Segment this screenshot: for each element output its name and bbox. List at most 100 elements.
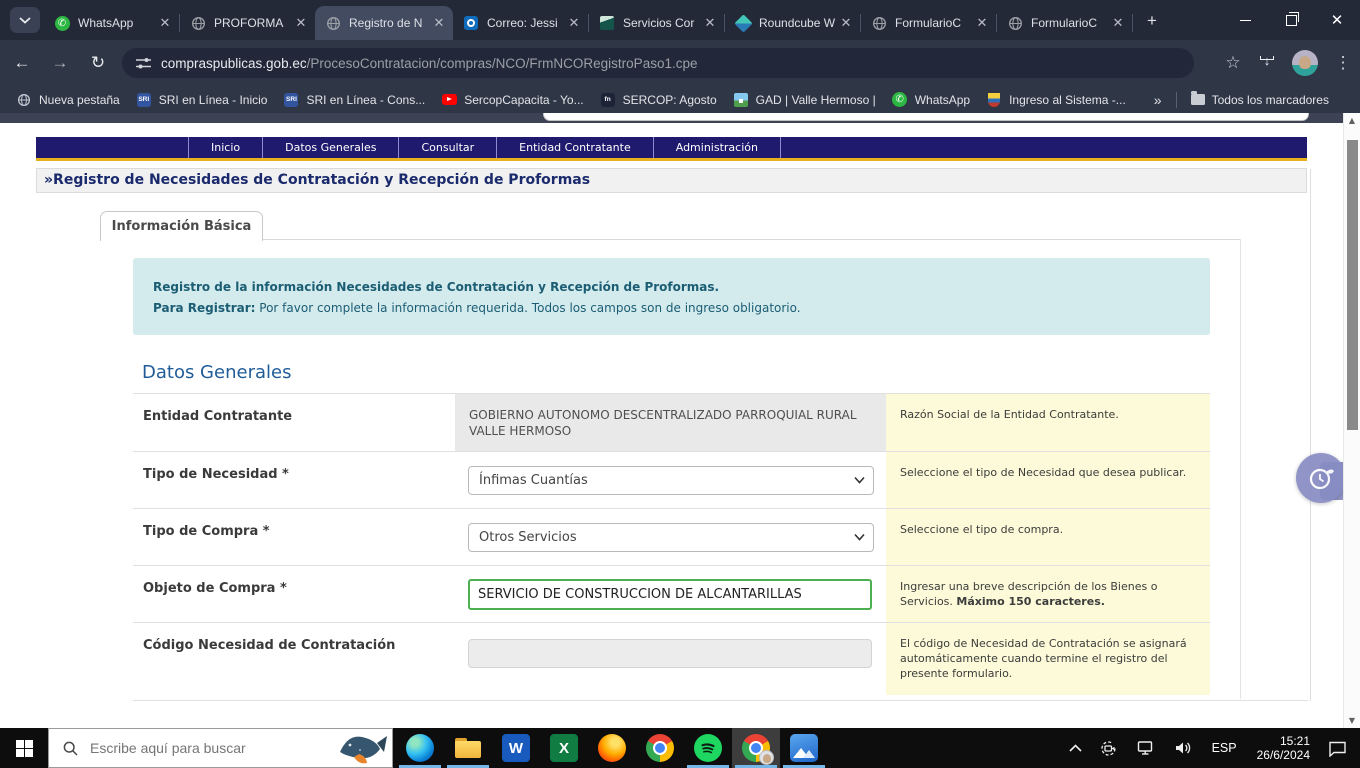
menu-item-entidad-contratante[interactable]: Entidad Contratante bbox=[496, 137, 653, 158]
field-help: Razón Social de la Entidad Contratante. bbox=[886, 394, 1210, 451]
profile-avatar[interactable] bbox=[1292, 50, 1318, 76]
tab-close-icon[interactable]: ✕ bbox=[293, 15, 309, 31]
selected-option: Ínfimas Cuantías bbox=[479, 473, 588, 488]
form-row-tipo-compra: Tipo de Compra * Otros Servicios Selecci… bbox=[133, 508, 1210, 565]
address-bar[interactable]: compraspublicas.gob.ec/ProcesoContrataci… bbox=[122, 48, 1194, 78]
taskbar-explorer-button[interactable] bbox=[444, 728, 492, 768]
tab-baseline bbox=[261, 239, 1240, 240]
windows-taskbar: W X bbox=[0, 728, 1360, 768]
page-scrollbar[interactable]: ▲ ▼ bbox=[1343, 113, 1360, 728]
edge-icon bbox=[406, 734, 434, 762]
site-info-icon[interactable] bbox=[136, 57, 151, 70]
notification-center-icon[interactable] bbox=[1328, 740, 1348, 757]
tab-close-icon[interactable]: ✕ bbox=[974, 15, 990, 31]
bookmark-label: SRI en Línea - Cons... bbox=[306, 93, 425, 107]
meet-now-icon[interactable] bbox=[1100, 740, 1119, 757]
all-bookmarks-button[interactable]: Todos los marcadores bbox=[1191, 93, 1329, 107]
tab-close-icon[interactable]: ✕ bbox=[838, 15, 854, 31]
start-button[interactable] bbox=[0, 728, 48, 768]
content-bottom-line bbox=[133, 700, 1308, 701]
spotify-icon bbox=[694, 734, 722, 762]
tab-close-icon[interactable]: ✕ bbox=[1110, 15, 1126, 31]
taskbar-edge-button[interactable] bbox=[396, 728, 444, 768]
window-restore-button[interactable] bbox=[1268, 0, 1314, 40]
minimize-icon bbox=[1240, 20, 1251, 21]
word-icon: W bbox=[502, 734, 530, 762]
select-caret-icon bbox=[854, 533, 865, 541]
taskbar-chrome-profile-button-active[interactable] bbox=[732, 728, 780, 768]
bookmark-sercopcapacita[interactable]: SercopCapacita - Yo... bbox=[441, 92, 583, 108]
taskbar-word-button[interactable]: W bbox=[492, 728, 540, 768]
bookmark-sri-inicio[interactable]: SRI SRI en Línea - Inicio bbox=[136, 92, 268, 108]
clock-icon bbox=[1306, 463, 1336, 493]
menu-kebab-icon[interactable]: ⋮ bbox=[1326, 53, 1360, 73]
forward-button[interactable]: → bbox=[46, 49, 74, 77]
site-menubar: Inicio Datos Generales Consultar Entidad… bbox=[36, 137, 1307, 158]
tab-title: FormularioC bbox=[1031, 16, 1110, 30]
tipo-compra-select[interactable]: Otros Servicios bbox=[468, 523, 874, 552]
network-icon[interactable] bbox=[1137, 740, 1156, 756]
menu-item-datos-generales[interactable]: Datos Generales bbox=[262, 137, 398, 158]
scrollbar-thumb[interactable] bbox=[1347, 140, 1358, 430]
tab-whatsapp[interactable]: WhatsApp ✕ bbox=[44, 6, 179, 40]
taskbar-search-input[interactable] bbox=[88, 739, 330, 757]
tab-close-icon[interactable]: ✕ bbox=[157, 15, 173, 31]
tab-servicios[interactable]: Servicios Cor ✕ bbox=[589, 6, 724, 40]
sercop-icon: fn bbox=[600, 92, 616, 108]
bookmarks-bar: Nueva pestaña SRI SRI en Línea - Inicio … bbox=[0, 86, 1360, 113]
reload-button[interactable]: ↻ bbox=[84, 49, 112, 77]
taskbar-search-box[interactable] bbox=[48, 728, 393, 768]
tab-formulario-2[interactable]: FormularioC ✕ bbox=[997, 6, 1132, 40]
bookmark-gad-valle-hermoso[interactable]: GAD | Valle Hermoso | bbox=[733, 92, 876, 108]
taskbar-firefox-button[interactable] bbox=[588, 728, 636, 768]
tab-registro-active[interactable]: Registro de N ✕ bbox=[315, 6, 453, 40]
tipo-necesidad-select[interactable]: Ínfimas Cuantías bbox=[468, 466, 874, 495]
window-close-button[interactable]: ✕ bbox=[1314, 0, 1360, 40]
new-tab-button[interactable]: + bbox=[1140, 9, 1164, 33]
menu-item-administracion[interactable]: Administración bbox=[653, 137, 781, 158]
objeto-compra-input[interactable] bbox=[468, 579, 872, 610]
scroll-down-icon[interactable]: ▼ bbox=[1344, 716, 1360, 725]
bookmark-label: WhatsApp bbox=[915, 93, 970, 107]
tray-expand-chevron-icon[interactable] bbox=[1069, 744, 1082, 752]
tab-proforma[interactable]: PROFORMA ✕ bbox=[180, 6, 315, 40]
taskbar-spotify-button[interactable] bbox=[684, 728, 732, 768]
tab-close-icon[interactable]: ✕ bbox=[431, 15, 447, 31]
tab-close-icon[interactable]: ✕ bbox=[566, 15, 582, 31]
taskbar-photos-button[interactable] bbox=[780, 728, 828, 768]
globe-icon bbox=[16, 92, 32, 108]
search-box-fish-image bbox=[330, 730, 388, 766]
downloads-icon[interactable]: ↓ bbox=[1259, 56, 1275, 70]
content-right-border bbox=[1310, 169, 1311, 701]
window-minimize-button[interactable] bbox=[1222, 0, 1268, 40]
bookmarks-overflow-button[interactable]: » bbox=[1154, 92, 1162, 108]
bookmark-nueva-pestana[interactable]: Nueva pestaña bbox=[16, 92, 120, 108]
language-indicator[interactable]: ESP bbox=[1212, 741, 1237, 755]
tab-roundcube[interactable]: Roundcube W ✕ bbox=[725, 6, 860, 40]
bookmark-star-icon[interactable]: ☆ bbox=[1216, 53, 1250, 73]
tab-close-icon[interactable]: ✕ bbox=[702, 15, 718, 31]
tab-correo[interactable]: Correo: Jessi ✕ bbox=[453, 6, 588, 40]
notice-para-text: Por favor complete la información requer… bbox=[255, 301, 800, 315]
clock[interactable]: 15:21 26/6/2024 bbox=[1257, 734, 1310, 762]
taskbar-excel-button[interactable]: X bbox=[540, 728, 588, 768]
tab-search-button[interactable] bbox=[10, 7, 40, 33]
search-icon bbox=[63, 741, 78, 756]
close-icon: ✕ bbox=[1331, 13, 1344, 28]
bookmark-ingreso-sistema[interactable]: Ingreso al Sistema -... bbox=[986, 92, 1126, 108]
scroll-up-icon[interactable]: ▲ bbox=[1344, 116, 1360, 125]
taskbar-chrome-button[interactable] bbox=[636, 728, 684, 768]
tab-formulario-1[interactable]: FormularioC ✕ bbox=[861, 6, 996, 40]
session-timer-widget[interactable] bbox=[1296, 453, 1346, 503]
tab-title: FormularioC bbox=[895, 16, 974, 30]
bookmark-sercop-agosto[interactable]: fn SERCOP: Agosto bbox=[600, 92, 717, 108]
codigo-necesidad-input-disabled bbox=[468, 639, 872, 668]
menu-item-consultar[interactable]: Consultar bbox=[398, 137, 496, 158]
tab-informacion-basica[interactable]: Información Básica bbox=[100, 211, 263, 241]
bookmark-whatsapp[interactable]: WhatsApp bbox=[892, 92, 970, 108]
back-button[interactable]: ← bbox=[8, 49, 36, 77]
bookmark-sri-consultas[interactable]: SRI SRI en Línea - Cons... bbox=[283, 92, 425, 108]
volume-icon[interactable] bbox=[1174, 740, 1193, 756]
bookmark-label: Ingreso al Sistema -... bbox=[1009, 93, 1126, 107]
menu-item-inicio[interactable]: Inicio bbox=[188, 137, 262, 158]
